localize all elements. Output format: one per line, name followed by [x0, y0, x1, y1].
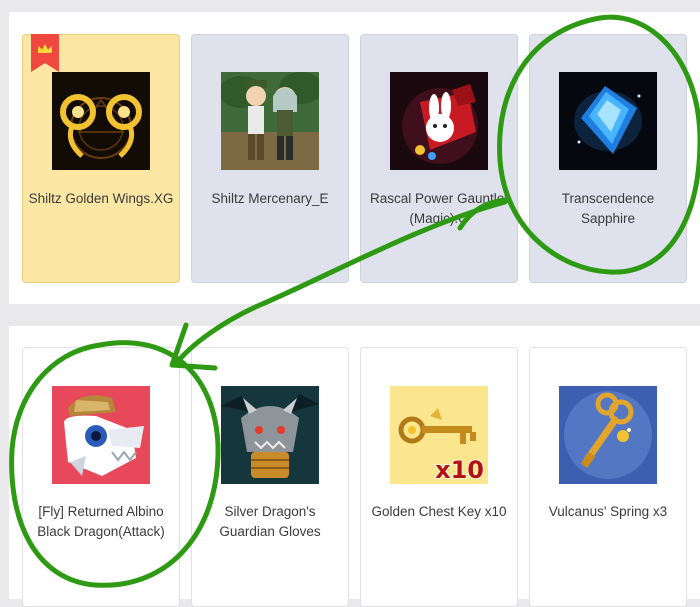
item-name: Rascal Power Gauntlet (Magic).G [369, 191, 509, 226]
item-name: Transcendence Sapphire [561, 191, 655, 226]
item-name: Shiltz Mercenary_E [211, 191, 329, 206]
golden-wings-icon [52, 72, 150, 170]
albino-dragon-icon [52, 386, 150, 484]
item-card-transcendence-sapphire[interactable]: Transcendence Sapphire [529, 34, 687, 283]
item-card-mercenary[interactable]: Shiltz Mercenary_E [191, 34, 349, 283]
item-card-golden-wings[interactable]: Shiltz Golden Wings.XG [22, 34, 180, 283]
bottom-items-panel: [Fly] Returned Albino Black Dragon(Attac… [9, 326, 700, 607]
top-items-panel: Shiltz Golden Wings.XG Shiltz Mercenary_… [9, 12, 700, 304]
item-name: Shiltz Golden Wings.XG [28, 191, 174, 206]
svg-text:x10: x10 [435, 456, 484, 484]
item-card-vulcanus-spring[interactable]: Vulcanus' Spring x3 [529, 347, 687, 607]
item-card-albino-dragon[interactable]: [Fly] Returned Albino Black Dragon(Attac… [22, 347, 180, 607]
mercenary-pair-icon [221, 72, 319, 170]
item-card-rascal-gauntlet[interactable]: Rascal Power Gauntlet (Magic).G [360, 34, 518, 283]
spring-key-icon [559, 386, 657, 484]
golden-key-icon: x10 [390, 386, 488, 484]
item-card-dragon-gloves[interactable]: Silver Dragon's Guardian Gloves [191, 347, 349, 607]
crown-icon [31, 34, 59, 72]
item-name: Vulcanus' Spring x3 [548, 504, 668, 519]
item-name: [Fly] Returned Albino Black Dragon(Attac… [37, 504, 165, 539]
bunny-gauntlet-icon [390, 72, 488, 170]
blue-sapphire-icon [559, 72, 657, 170]
item-card-golden-chest-key[interactable]: x10 Golden Chest Key x10 [360, 347, 518, 607]
dragon-gloves-icon [221, 386, 319, 484]
item-name: Golden Chest Key x10 [371, 504, 507, 519]
item-name: Silver Dragon's Guardian Gloves [219, 504, 321, 539]
